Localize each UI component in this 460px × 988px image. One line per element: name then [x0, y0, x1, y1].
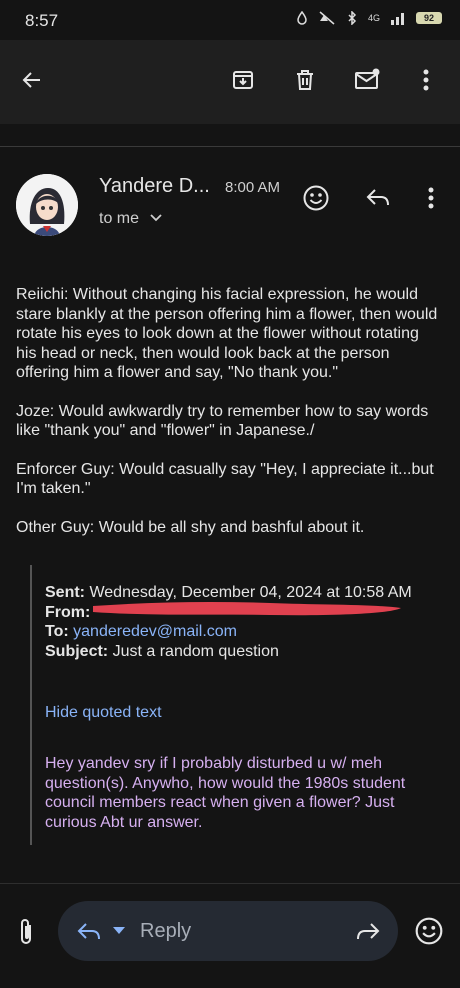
hide-quoted-text-link[interactable]: Hide quoted text	[45, 704, 162, 722]
composer-divider	[0, 883, 460, 884]
mark-unread-icon[interactable]	[354, 68, 382, 92]
status-icons: 4G 92	[296, 11, 442, 25]
battery-icon: 92	[416, 12, 442, 24]
quoted-subject-row: Subject: Just a random question	[45, 642, 445, 662]
from-label: From:	[45, 603, 91, 621]
back-arrow-icon[interactable]	[20, 68, 44, 92]
more-vert-icon[interactable]	[425, 186, 437, 210]
quoted-header: Sent: Wednesday, December 04, 2024 at 10…	[45, 583, 445, 661]
mute-icon	[319, 11, 335, 25]
recipient-label: to me	[99, 210, 140, 227]
signal-icon	[391, 13, 404, 25]
attachment-icon[interactable]	[14, 917, 38, 947]
chevron-down-icon	[150, 214, 163, 222]
top-app-bar	[0, 40, 460, 124]
to-email-link[interactable]: yanderedev@mail.com	[73, 623, 237, 640]
status-time: 8:57	[25, 11, 59, 30]
reply-icon[interactable]	[76, 921, 102, 943]
body-paragraph: Other Guy: Would be all shy and bashful …	[16, 518, 365, 536]
forward-icon[interactable]	[355, 921, 381, 943]
header-divider	[0, 146, 460, 147]
quote-bar	[30, 565, 32, 845]
network-type: 4G	[367, 13, 380, 23]
status-bar: 8:57 4G 92	[0, 0, 460, 40]
body-paragraph: Reiichi: Without changing his facial exp…	[16, 286, 438, 381]
delete-icon[interactable]	[293, 68, 317, 92]
reply-label[interactable]: Reply	[140, 920, 191, 943]
subject-value: Just a random question	[112, 642, 279, 660]
body-paragraph: Enforcer Guy: Would casually say "Hey, I…	[16, 460, 434, 498]
emoji-icon[interactable]	[302, 184, 330, 212]
more-vert-icon[interactable]	[420, 68, 432, 92]
reply-composer[interactable]: Reply	[58, 901, 398, 961]
avatar-image	[16, 174, 78, 236]
redaction-mark	[93, 602, 401, 616]
email-time: 8:00 AM	[225, 179, 281, 196]
quoted-message: Hey yandev sry if I probably disturbed u…	[45, 755, 406, 831]
recipient-toggle[interactable]: to me	[99, 210, 163, 228]
sender-avatar[interactable]	[16, 174, 78, 236]
quoted-to-row: To: yanderedev@mail.com	[45, 622, 445, 642]
reply-icon[interactable]	[365, 187, 391, 209]
email-body: Reiichi: Without changing his facial exp…	[16, 285, 441, 556]
reply-options-dropdown-icon[interactable]	[113, 927, 125, 935]
sent-label: Sent:	[45, 584, 85, 601]
subject-label: Subject:	[45, 642, 109, 660]
archive-icon[interactable]	[231, 68, 255, 92]
to-label: To:	[45, 623, 69, 640]
bluetooth-icon	[348, 11, 357, 25]
sender-name[interactable]: Yandere D...	[99, 175, 210, 198]
body-paragraph: Joze: Would awkwardly try to remember ho…	[16, 402, 429, 440]
emoji-icon[interactable]	[414, 916, 444, 946]
data-saver-icon	[297, 11, 307, 25]
